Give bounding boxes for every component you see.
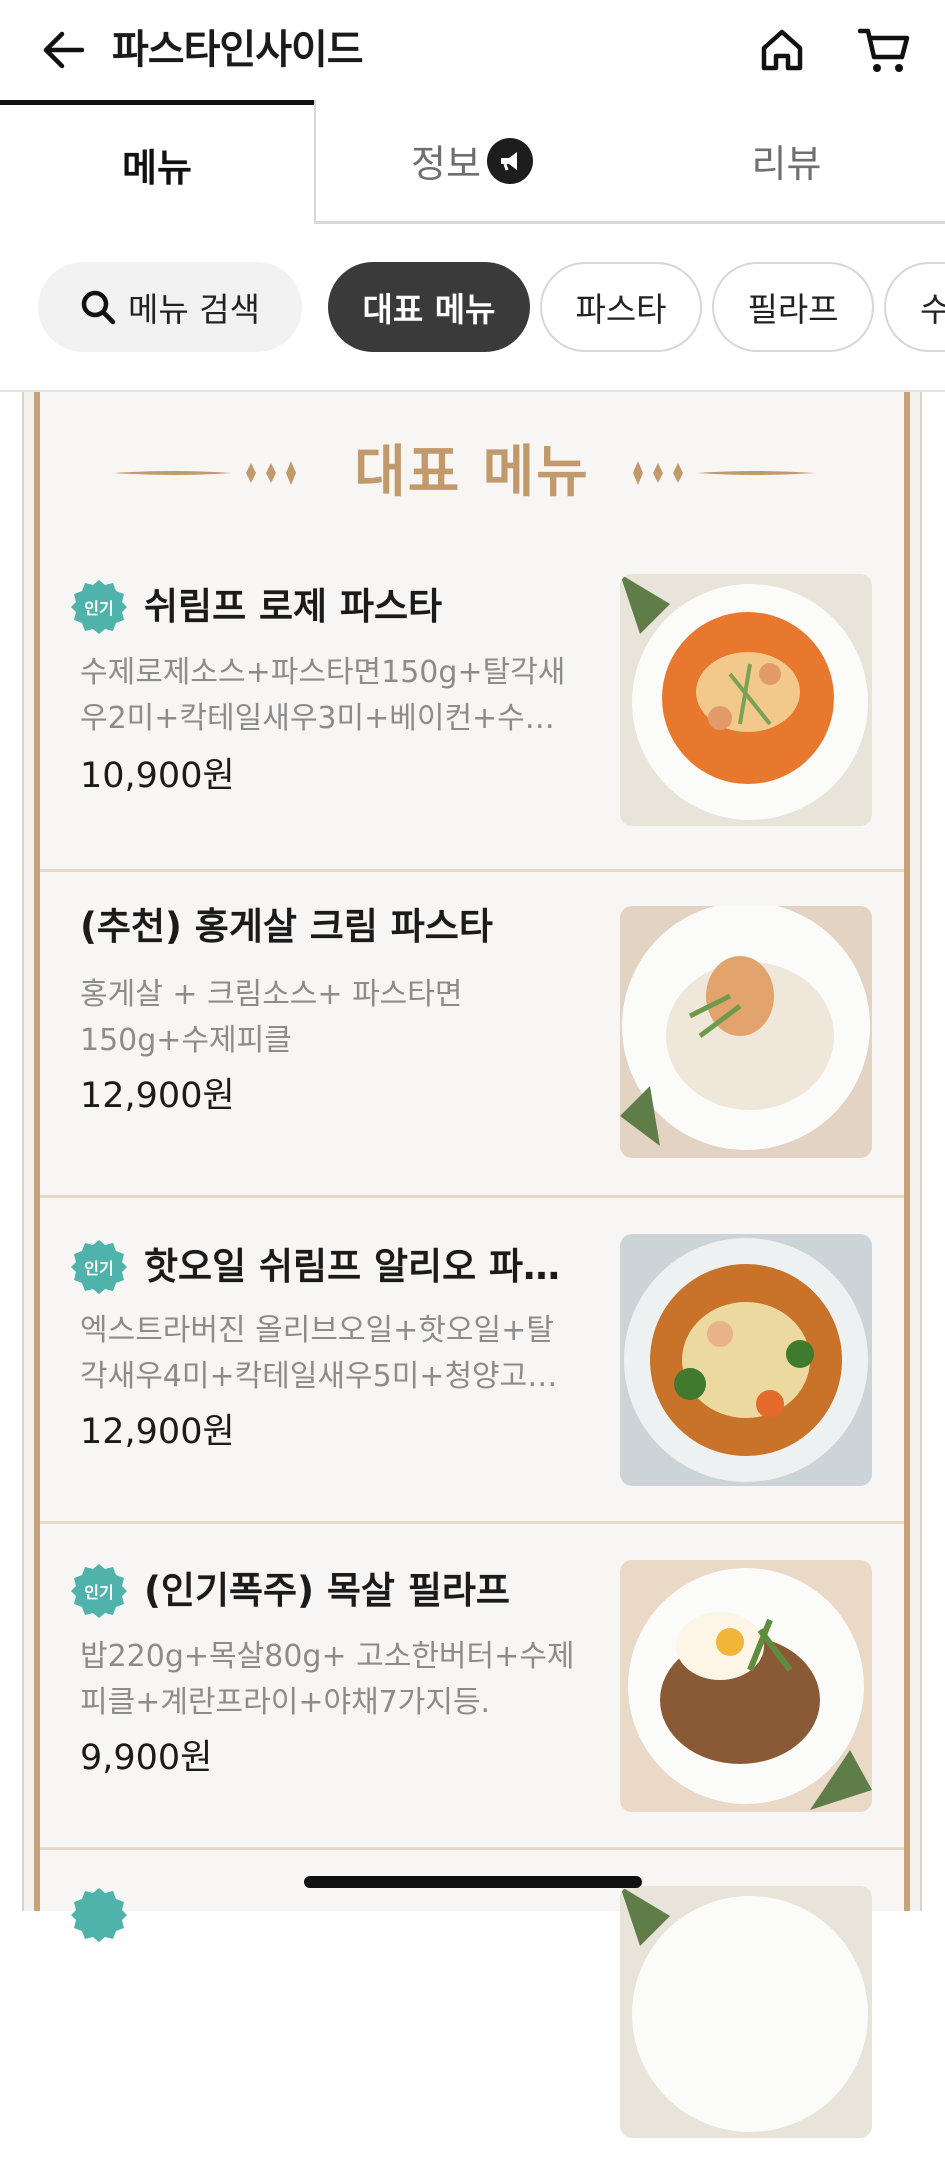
arrow-left-icon <box>43 31 84 69</box>
popular-badge: 인기 <box>70 578 128 636</box>
menu-item[interactable]: (추천) 홍게살 크림 파스타 홍게살 + 크림소스+ 파스타면150g+수제피… <box>40 872 904 1198</box>
search-icon <box>81 290 116 325</box>
menu-item-photo <box>620 1560 872 1812</box>
menu-item[interactable]: 인기 (인기폭주) 목살 필라프 밥220g+목살80g+ 고소한버터+수제피클… <box>40 1524 904 1850</box>
chip-next-category[interactable]: 수 <box>884 262 945 352</box>
tab-menu[interactable]: 메뉴 <box>0 100 314 224</box>
cart-icon <box>858 28 910 72</box>
menu-item-description: 수제로제소스+파스타면150g+탈각새우2미+칵테일새우3미+베이컨+수… <box>80 655 566 736</box>
page-title: 파스타인사이드 <box>112 27 364 73</box>
tab-review[interactable]: 리뷰 <box>628 100 945 224</box>
menu-item-name: (인기폭주) 목살 필라프 <box>144 1569 510 1612</box>
category-chips: 메뉴 검색 대표 메뉴 파스타 필라프 수 <box>0 262 945 356</box>
menu-item-price: 12,900원 <box>80 1412 235 1452</box>
popular-badge: 인기 <box>70 1562 128 1620</box>
home-icon <box>761 29 803 71</box>
menu-item[interactable]: 인기 핫오일 쉬림프 알리오 파… 엑스트라버진 올리브오일+핫오일+탈각새우4… <box>40 1198 904 1524</box>
chip-pilaf[interactable]: 필라프 <box>712 262 874 352</box>
home-button[interactable] <box>750 18 814 82</box>
popular-badge: 인기 <box>70 1238 128 1296</box>
home-indicator[interactable] <box>304 1876 642 1888</box>
menu-item-description: 밥220g+목살80g+ 고소한버터+수제피클+계란프라이+야채7가지등. <box>80 1639 575 1720</box>
menu-item-photo <box>620 1886 872 2138</box>
menu-item-name: 쉬림프 로제 파스타 <box>144 585 443 628</box>
section-header: 대표 메뉴 <box>40 428 904 518</box>
menu-item-description: 엑스트라버진 올리브오일+핫오일+탈각새우4미+칵테일새우5미+청양고… <box>80 1313 558 1394</box>
menu-item-photo <box>620 906 872 1158</box>
menu-item-photo <box>620 1234 872 1486</box>
menu-item-name: 핫오일 쉬림프 알리오 파… <box>144 1245 561 1288</box>
menu-item-description: 홍게살 + 크림소스+ 파스타면150g+수제피클 <box>80 977 463 1058</box>
app-header: 파스타인사이드 <box>0 0 945 102</box>
chip-signature-menu[interactable]: 대표 메뉴 <box>328 262 530 352</box>
megaphone-icon <box>486 137 533 184</box>
menu-item[interactable]: 인기 쉬림프 로제 파스타 수제로제소스+파스타면150g+탈각새우2미+칵테일… <box>40 546 904 872</box>
menu-item-price: 12,900원 <box>80 1076 235 1116</box>
popular-badge <box>70 1886 128 1944</box>
menu-item-photo <box>620 574 872 826</box>
cart-button[interactable] <box>852 18 916 82</box>
back-button[interactable] <box>34 20 90 80</box>
menu-item-price: 9,900원 <box>80 1738 213 1778</box>
menu-item-name: (추천) 홍게살 크림 파스타 <box>80 905 493 948</box>
tab-bar: 메뉴 정보 리뷰 <box>0 100 945 226</box>
menu-board-frame: 대표 메뉴 인기 쉬림프 로제 파스타 수제로제소스+파스타면150g+탈각새우… <box>34 392 910 2138</box>
menu-item-price: 10,900원 <box>80 756 235 796</box>
menu-item[interactable] <box>40 1850 904 2176</box>
menu-search-button[interactable]: 메뉴 검색 <box>38 262 302 352</box>
chip-pasta[interactable]: 파스타 <box>540 262 702 352</box>
menu-board: 대표 메뉴 인기 쉬림프 로제 파스타 수제로제소스+파스타면150g+탈각새우… <box>22 392 922 2138</box>
tab-info[interactable]: 정보 <box>314 100 628 224</box>
ornament-right-icon <box>633 461 815 485</box>
